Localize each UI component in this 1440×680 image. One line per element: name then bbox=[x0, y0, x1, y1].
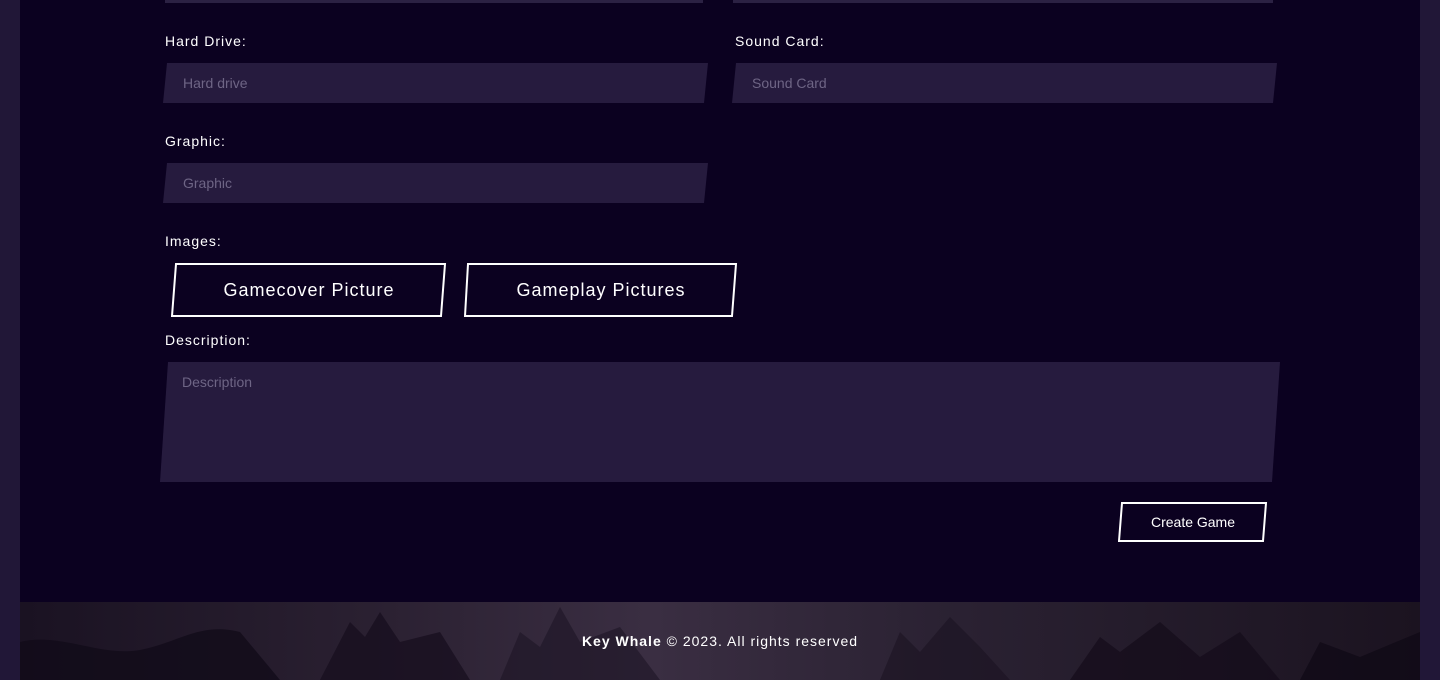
footer: Key Whale © 2023. All rights reserved bbox=[20, 602, 1420, 680]
gameplay-pictures-button[interactable]: Gameplay Pictures bbox=[464, 263, 738, 317]
previous-field-edge-left bbox=[165, 0, 703, 3]
gamecover-picture-button[interactable]: Gamecover Picture bbox=[171, 263, 447, 317]
footer-copyright: Key Whale © 2023. All rights reserved bbox=[20, 633, 1420, 649]
graphic-label: Graphic: bbox=[165, 133, 226, 149]
description-label: Description: bbox=[165, 332, 251, 348]
previous-field-edge-right bbox=[733, 0, 1273, 3]
create-game-button[interactable]: Create Game bbox=[1118, 502, 1268, 542]
create-game-form-panel: Hard Drive: Sound Card: Graphic: Images:… bbox=[20, 0, 1420, 680]
hard-drive-input[interactable] bbox=[163, 63, 708, 103]
page-gutter-right bbox=[1420, 0, 1440, 680]
gameplay-button-label: Gameplay Pictures bbox=[516, 279, 686, 300]
sound-card-label: Sound Card: bbox=[735, 33, 825, 49]
gamecover-button-label: Gamecover Picture bbox=[223, 279, 395, 300]
page-gutter-left bbox=[0, 0, 20, 680]
description-textarea[interactable] bbox=[160, 362, 1280, 482]
sound-card-input[interactable] bbox=[732, 63, 1277, 103]
footer-brand: Key Whale bbox=[581, 633, 662, 649]
hard-drive-label: Hard Drive: bbox=[165, 33, 247, 49]
footer-rights: © 2023. All rights reserved bbox=[666, 633, 859, 649]
graphic-input[interactable] bbox=[163, 163, 708, 203]
create-game-button-label: Create Game bbox=[1150, 514, 1236, 530]
images-label: Images: bbox=[165, 233, 222, 249]
